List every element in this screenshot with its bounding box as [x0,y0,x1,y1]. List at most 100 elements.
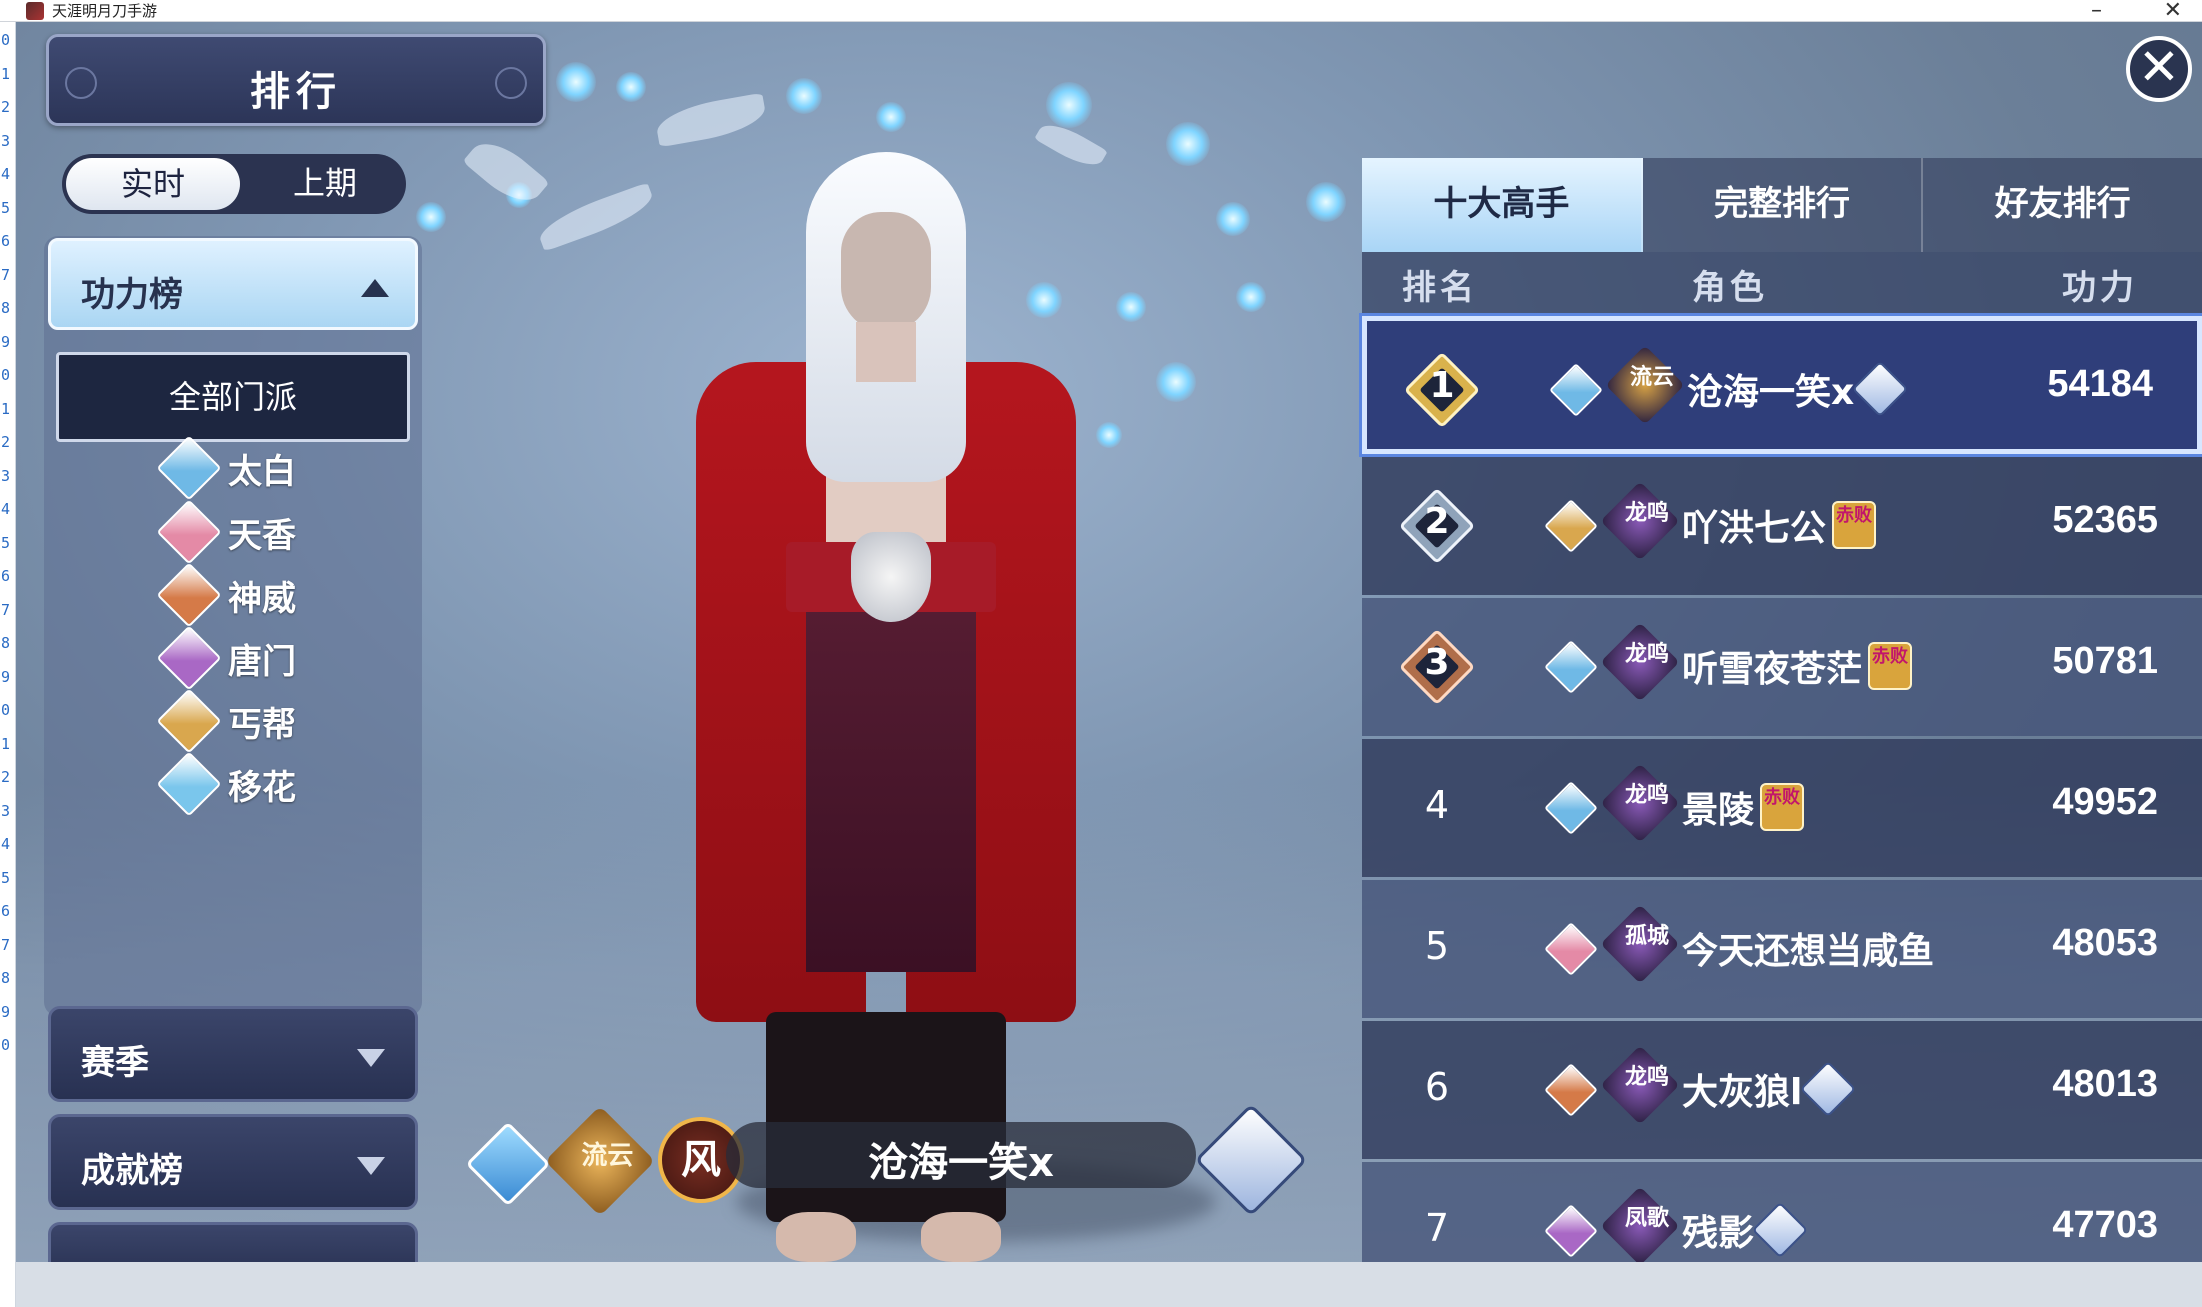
tab-full-ranking[interactable]: 完整排行 [1643,158,1924,252]
rank-number: 4 [1424,783,1450,827]
character-name: 沧海一笑x [868,1140,1054,1186]
lotus-title-icon [1851,360,1909,418]
category-power-ranking[interactable]: 功力榜 [48,238,418,330]
category-label: 赛季 [81,1043,149,1083]
category-season[interactable]: 赛季 [48,1006,418,1102]
guild-name: 龙鸣 [1625,1064,1670,1090]
tangmen-sect-icon [156,625,222,691]
line-number: 6 [1,902,11,920]
sect-filter-shenwei[interactable]: 神威 [156,562,386,628]
foot-right [921,1212,1001,1262]
tab-friend-ranking[interactable]: 好友排行 [1923,158,2202,252]
ranking-row[interactable]: 4 龙鸣 景陵 49952 赤败 [1362,739,2202,877]
guild-badge: 流云 [1605,345,1685,425]
line-number: 7 [1,935,11,954]
guild-name: 流云 [1630,364,1675,390]
category-achievement[interactable]: 成就榜 [48,1114,418,1210]
guild-name: 龙鸣 [1625,782,1670,808]
sparkle [1046,82,1092,128]
ranking-row[interactable]: 6 龙鸣 大灰狼l 48013 [1362,1021,2202,1159]
line-number: 0 [1,31,11,49]
player-name: 残影 [1682,1213,1755,1254]
line-number: 1 [1,399,11,418]
petal [462,130,550,214]
guild-badge: 凤歌 [1600,1186,1680,1262]
window-close-icon[interactable]: ✕ [2164,0,2182,23]
character-nameplate: 沧海一笑x [726,1122,1196,1188]
line-number: 7 [1,600,11,619]
line-number: 2 [1,433,11,451]
line-number: 0 [1,701,11,719]
petal [534,182,658,252]
sect-filter-yihua[interactable]: 移花 [156,751,386,817]
period-toggle[interactable]: 实时 上期 [62,154,406,214]
minimize-icon[interactable]: – [2091,0,2102,23]
player-name: 景陵 [1682,790,1755,831]
ranking-row[interactable]: 7 凤歌 残影 47703 [1362,1162,2202,1262]
sect-icon [1544,781,1598,835]
guild-badge: 龙鸣 [1600,1045,1680,1125]
sect-filter-tangmen[interactable]: 唐门 [156,625,386,691]
guild-badge: 龙鸣 [1600,481,1680,561]
rank-number: 2 [1424,501,1450,542]
category-more[interactable] [48,1222,418,1262]
line-number: 3 [1,131,11,150]
sparkle [616,72,646,102]
power-value: 48053 [2052,922,2158,964]
sect-filter-taibai[interactable]: 太白 [156,435,386,501]
power-value: 48013 [2052,1063,2158,1105]
tab-top-ten[interactable]: 十大高手 [1362,158,1643,252]
lotus-title-icon [1751,1201,1809,1259]
expand-arrow-icon [357,1157,385,1175]
line-number: 1 [1,734,11,753]
ranking-row[interactable]: 1 流云 沧海一笑x 54184 [1362,316,2202,454]
sect-name: 丐帮 [228,704,296,745]
guild-badge: 龙鸣 [1600,763,1680,843]
rank-number: 7 [1424,1206,1450,1250]
taibai-sect-icon [156,435,222,501]
line-number: 3 [1,801,11,820]
neck [856,322,916,382]
sect-name: 唐门 [228,641,296,682]
guild-badge: 孤城 [1600,904,1680,984]
sect-filter-all[interactable]: 全部门派 [56,352,410,442]
sect-filter-tianxiang[interactable]: 天香 [156,499,386,565]
line-gutter: 0 1 2 3 4 5 6 7 8 9 0 1 2 3 4 5 6 7 8 9 0 1 2 3 4 5 6 7 8 9 0 [0,22,16,1307]
face [841,212,931,332]
sparkle [1306,182,1346,222]
power-value: 52365 [2052,499,2158,541]
line-number: 2 [1,98,11,116]
game-viewport: 排行 实时 上期 功力榜 全部门派 太白 天香 神威 唐门 丐帮 移花 赛季 成… [16,22,2202,1262]
sect-icon [1544,640,1598,694]
sect-icon [1544,1063,1598,1117]
player-name: 听雪夜苍茫 [1682,649,1863,690]
sect-filter-gaibang[interactable]: 丐帮 [156,688,386,754]
app-icon [26,1,44,20]
character-model[interactable] [656,152,1116,1262]
sparkle [416,202,446,232]
line-number: 9 [1,332,11,351]
expand-arrow-icon [357,1049,385,1067]
line-number: 3 [1,466,11,485]
close-button[interactable]: ✕ [2126,36,2192,102]
line-number: 9 [1,667,11,686]
title-badge: 赤败 [1868,642,1912,690]
line-number: 8 [1,969,11,987]
rank-number: 6 [1424,1065,1450,1109]
ranking-row[interactable]: 3 龙鸣 听雪夜苍茫 50781 赤败 [1362,598,2202,736]
column-rank: 排名 [1402,268,1478,308]
guild-name: 龙鸣 [1625,500,1670,526]
toggle-realtime[interactable]: 实时 [66,158,240,210]
sparkle [1166,122,1210,166]
line-number: 4 [1,165,11,183]
ranking-row[interactable]: 5 孤城 今天还想当咸鱼 48053 [1362,880,2202,1018]
ranking-tabs: 十大高手 完整排行 好友排行 [1362,158,2202,252]
line-number: 8 [1,634,11,652]
ranking-row[interactable]: 2 龙鸣 吖洪七公 52365 赤败 [1362,457,2202,595]
sect-icon [1549,363,1603,417]
toggle-last-period[interactable]: 上期 [238,154,412,214]
line-number: 6 [1,232,11,250]
power-value: 49952 [2052,781,2158,823]
sparkle [786,78,822,114]
sparkle [1116,292,1146,322]
